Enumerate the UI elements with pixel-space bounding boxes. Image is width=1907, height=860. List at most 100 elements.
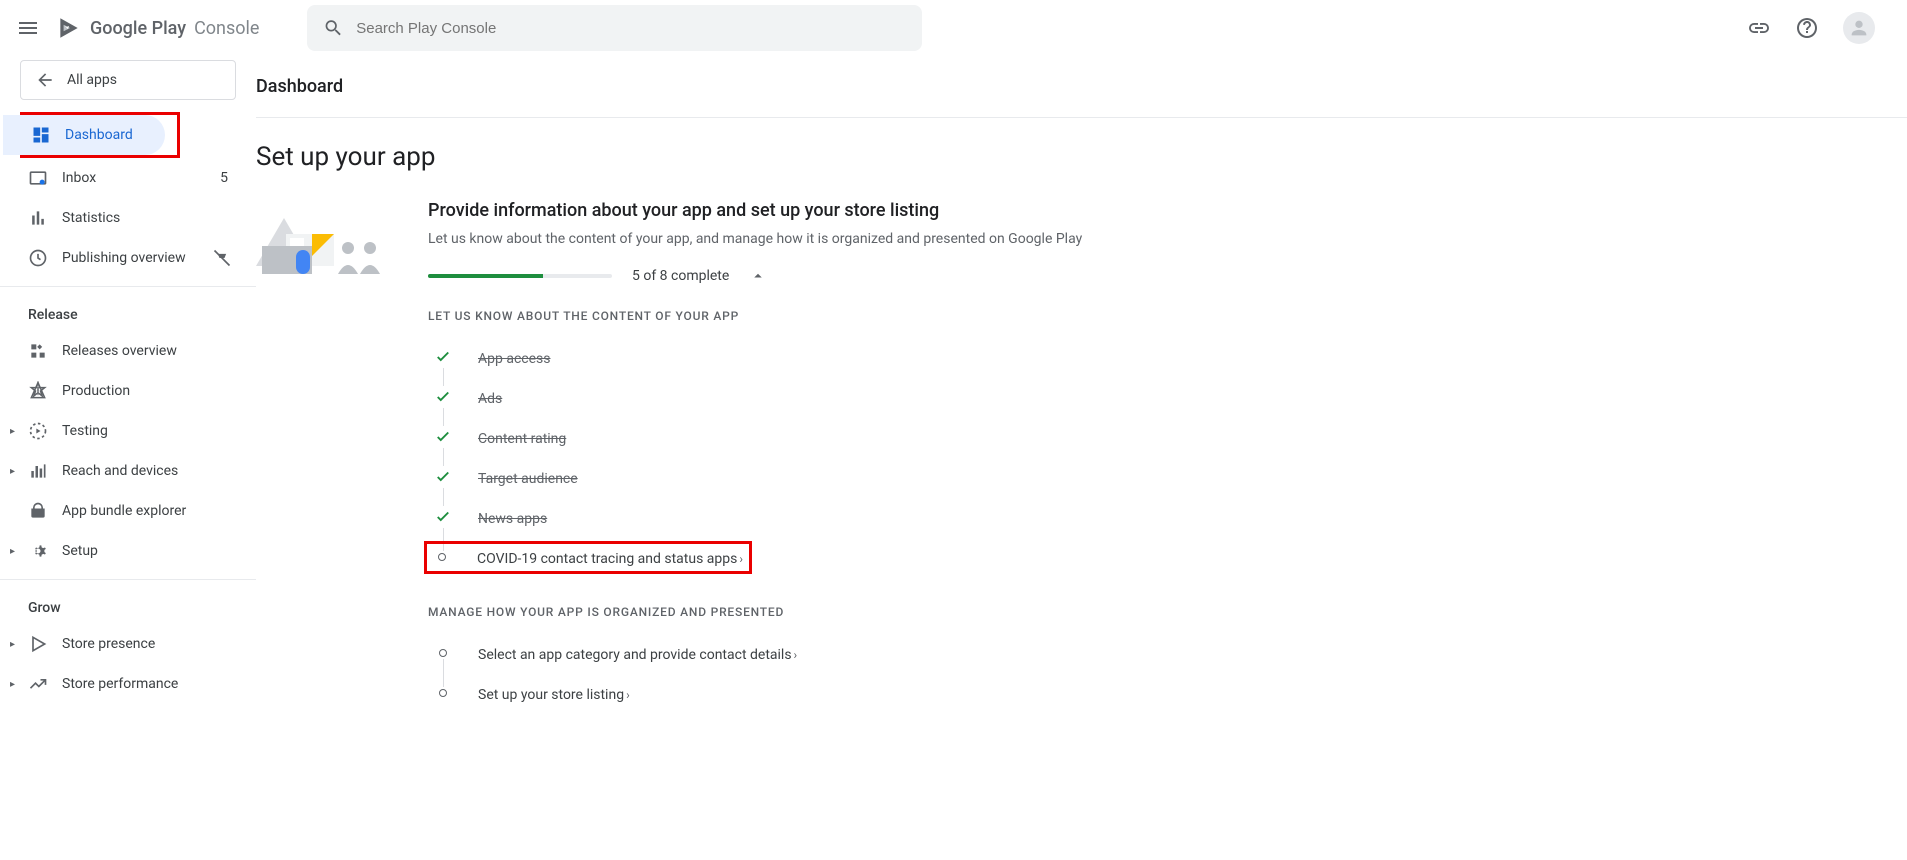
setup-title: Provide information about your app and s… — [428, 200, 1907, 221]
sidebar-item-label: Store presence — [62, 636, 155, 652]
search-icon — [323, 17, 344, 39]
sidebar-item-inbox[interactable]: Inbox 5 — [0, 158, 256, 198]
sidebar-item-releases-overview[interactable]: Releases overview — [0, 331, 256, 371]
check-icon — [428, 426, 458, 448]
section-heading: Set up your app — [256, 142, 1907, 172]
task-label[interactable]: Select an app category and provide conta… — [478, 647, 792, 663]
sidebar-item-store-performance[interactable]: ▸ Store performance — [0, 664, 256, 704]
store-performance-icon — [28, 674, 48, 694]
inbox-icon — [28, 168, 48, 188]
header-actions — [1747, 12, 1875, 44]
all-apps-button[interactable]: All apps — [20, 60, 236, 100]
task-label: News apps — [478, 511, 547, 527]
sidebar-item-dashboard[interactable]: Dashboard — [3, 115, 165, 155]
task-item[interactable]: Select an app category and provide conta… — [428, 633, 1907, 673]
play-console-logo-icon — [56, 15, 82, 41]
help-icon[interactable] — [1795, 16, 1819, 40]
task-label: Target audience — [478, 471, 578, 487]
sidebar-item-label: Setup — [62, 543, 98, 559]
task-item[interactable]: COVID-19 contact tracing and status apps… — [428, 537, 1907, 577]
sidebar-section-release: Release — [0, 295, 256, 331]
header: Google Play Console — [0, 0, 1907, 56]
sidebar-item-label: Publishing overview — [62, 250, 186, 266]
task-label: Content rating — [478, 431, 566, 447]
task-label: Ads — [478, 391, 502, 407]
sidebar-item-store-presence[interactable]: ▸ Store presence — [0, 624, 256, 664]
logo-text-secondary: Console — [194, 18, 259, 39]
page-title-bar: Dashboard — [256, 56, 1907, 118]
highlighted-task: COVID-19 contact tracing and status apps… — [424, 541, 752, 574]
sidebar-item-production[interactable]: Production — [0, 371, 256, 411]
expand-icon: ▸ — [10, 679, 20, 690]
logo-text-primary: Google Play — [90, 18, 186, 39]
progress-fill — [428, 274, 543, 278]
all-apps-label: All apps — [67, 72, 117, 88]
task-item: Content rating — [428, 417, 1907, 457]
task-list-1: App access Ads Content rating Target audien… — [428, 337, 1907, 577]
chevron-right-icon: › — [794, 648, 798, 662]
gear-icon — [28, 541, 48, 561]
circle-marker-icon — [428, 687, 458, 699]
store-presence-icon — [28, 634, 48, 654]
check-icon — [428, 466, 458, 488]
task-label[interactable]: Set up your store listing — [478, 687, 624, 703]
expand-icon: ▸ — [10, 426, 20, 437]
sidebar-item-statistics[interactable]: Statistics — [0, 198, 256, 238]
sidebar-item-setup[interactable]: ▸ Setup — [0, 531, 256, 571]
arrow-left-icon — [35, 70, 55, 90]
setup-description: Let us know about the content of your ap… — [428, 231, 1907, 247]
sidebar-item-label: Testing — [62, 423, 108, 439]
publishing-overview-icon — [28, 248, 48, 268]
publishing-off-icon — [212, 248, 232, 268]
sidebar-item-label: Production — [62, 383, 130, 399]
task-list-2: Select an app category and provide conta… — [428, 633, 1907, 713]
progress-text: 5 of 8 complete — [632, 268, 729, 284]
sidebar: All apps Dashboard Inbox 5 Statistics Pu… — [0, 56, 256, 753]
sidebar-item-testing[interactable]: ▸ Testing — [0, 411, 256, 451]
account-avatar[interactable] — [1843, 12, 1875, 44]
app-bundle-icon — [28, 501, 48, 521]
task-item[interactable]: Set up your store listing› — [428, 673, 1907, 713]
bar-chart-icon — [28, 208, 48, 228]
page-title: Dashboard — [256, 76, 1907, 97]
chevron-right-icon: › — [739, 552, 743, 566]
check-icon — [428, 346, 458, 368]
testing-icon — [28, 421, 48, 441]
sidebar-item-app-bundle-explorer[interactable]: App bundle explorer — [0, 491, 256, 531]
sidebar-item-label: App bundle explorer — [62, 503, 186, 519]
divider — [0, 579, 256, 580]
expand-icon: ▸ — [10, 466, 20, 477]
expand-icon: ▸ — [10, 546, 20, 557]
inbox-badge: 5 — [220, 170, 228, 186]
main-content: Dashboard Set up your app Pr — [256, 56, 1907, 753]
circle-marker-icon — [427, 551, 457, 563]
progress-track — [428, 274, 612, 278]
task-item: News apps — [428, 497, 1907, 537]
link-icon[interactable] — [1747, 16, 1771, 40]
search-input[interactable] — [356, 20, 906, 37]
check-icon — [428, 386, 458, 408]
production-icon — [28, 381, 48, 401]
dashboard-icon — [31, 125, 51, 145]
expand-icon: ▸ — [10, 639, 20, 650]
subsection-title-2: MANAGE HOW YOUR APP IS ORGANIZED AND PRE… — [428, 605, 1907, 619]
task-label[interactable]: COVID-19 contact tracing and status apps — [477, 551, 737, 567]
releases-overview-icon — [28, 341, 48, 361]
sidebar-item-label: Inbox — [62, 170, 96, 186]
sidebar-item-reach-and-devices[interactable]: ▸ Reach and devices — [0, 451, 256, 491]
divider — [0, 286, 256, 287]
subsection-title-1: LET US KNOW ABOUT THE CONTENT OF YOUR AP… — [428, 309, 1907, 323]
chevron-right-icon: › — [626, 688, 630, 702]
check-icon — [428, 506, 458, 528]
task-label: App access — [478, 351, 550, 367]
hamburger-menu-icon[interactable] — [16, 16, 40, 40]
sidebar-item-label: Store performance — [62, 676, 178, 692]
task-item: Target audience — [428, 457, 1907, 497]
reach-devices-icon — [28, 461, 48, 481]
search-bar[interactable] — [307, 5, 922, 51]
progress-row: 5 of 8 complete — [428, 267, 1907, 285]
sidebar-item-label: Dashboard — [65, 127, 133, 143]
sidebar-item-publishing-overview[interactable]: Publishing overview — [0, 238, 256, 278]
chevron-up-icon[interactable] — [749, 267, 767, 285]
logo[interactable]: Google Play Console — [56, 15, 259, 41]
